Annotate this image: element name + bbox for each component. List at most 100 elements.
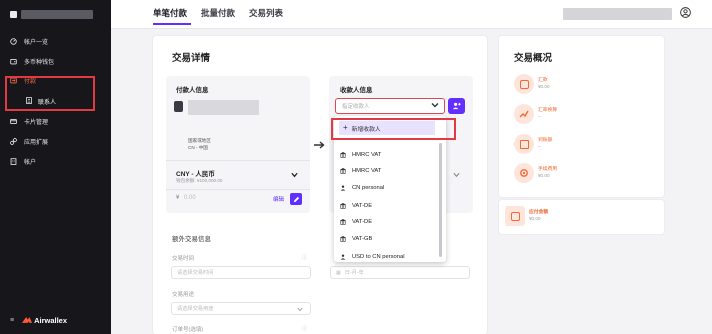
dropdown-option[interactable]: USD to CN personal [340,251,405,262]
edit-link[interactable]: 编辑 [273,195,284,203]
sidebar-item-apps[interactable]: 应用扩展 [10,134,48,148]
option-label: VAT-DE [352,219,373,225]
person-icon [340,254,346,260]
option-label: CN personal [352,185,385,191]
payee-currency-chevron-icon[interactable] [453,172,460,178]
account-switcher[interactable] [10,8,102,20]
user-avatar-icon[interactable] [680,7,691,18]
overview-item-label: 到账额 [538,138,553,143]
sidebar-item-cards[interactable]: 卡片管理 [10,114,48,128]
building-icon [10,157,17,165]
purpose-label: 交易用途 [172,292,195,298]
collapse-menu-icon[interactable]: ≡ [10,317,14,324]
overview-item: 手续费用 ¥0.00 [514,163,654,185]
sidebar: 帐户一览 多币种钱包 付款 联系人 卡片管理 应用扩展 帐户 ≡ Airwall… [0,0,111,334]
bank-icon [340,168,346,174]
wallet-balance: 钱包余额: ¥100,000.00 [176,178,223,183]
dropdown-option[interactable]: VAT-DE [340,200,372,212]
option-label: VAT-DE [352,203,373,209]
option-label: VAT-GB [352,236,373,242]
sidebar-item-label: 多币种钱包 [24,59,55,66]
active-tab-indicator [153,23,191,25]
date-value-input[interactable]: ▦ 日-月-年 [330,266,470,279]
bank-icon [340,203,346,209]
payer-avatar-icon [174,101,183,112]
select-chevron-down-icon[interactable] [431,101,439,109]
person-icon [340,185,346,191]
sidebar-item-label: 帐户 [24,159,37,166]
date-info-icon: ⓘ [302,255,308,261]
payee-title: 收款人信息 [340,87,373,94]
header-account-redacted [563,8,672,20]
total-payable-label: 应付金额 [529,210,549,215]
order-label: 订单号(选填) [172,327,204,333]
dropdown-option[interactable]: VAT-GB [340,233,372,245]
sidebar-item-label: 帐户一览 [24,39,49,46]
tab-single-payment[interactable]: 单笔付款 [153,7,187,19]
edit-button[interactable] [290,193,302,205]
amount-input[interactable]: 0.00 [184,195,196,201]
top-header: 单笔付款 批量付款 交易列表 [111,0,712,29]
date-label: 交易时间 [172,256,195,262]
dropdown-scrollbar[interactable] [439,143,442,257]
overview-item-value: -- [538,144,542,149]
dropdown-option[interactable]: VAT-DE [340,216,372,228]
remit-icon [514,74,534,94]
payer-title: 付款人信息 [176,87,209,94]
currency-select[interactable]: CNY - 人民币 [176,168,215,178]
option-label: HMRC VAT [352,168,382,174]
tab-batch-payment[interactable]: 批量付款 [201,7,235,19]
overview-item-value: -- [538,114,542,119]
overview-item-label: 手续费用 [538,167,558,172]
received-amount-icon [514,134,534,154]
sidebar-item-label: 应用扩展 [24,139,49,146]
payer-divider [166,160,310,161]
tab-transaction-list[interactable]: 交易列表 [249,7,283,19]
chevron-down-icon[interactable] [291,172,298,178]
add-payee-button[interactable] [448,98,465,114]
bank-icon [340,152,346,158]
speedometer-icon [10,37,17,45]
airwallex-logo: Airwallex [22,316,67,325]
transaction-details-title: 交易详情 [172,53,211,64]
date-input[interactable]: 请选择交易时间 [171,266,311,279]
wallet-total-icon [505,206,525,226]
payments-highlight-box [5,76,95,111]
sidebar-item-account[interactable]: 帐户 [10,154,36,168]
overview-item: 汇款 ¥0.00 [514,74,654,96]
overview-item-label: 汇款 [538,78,548,83]
sidebar-item-wallet[interactable]: 多币种钱包 [10,54,54,68]
payer-country-label: 国家或地区 [188,138,211,143]
amount-divider [166,189,310,190]
sidebar-footer: ≡ Airwallex [10,313,106,327]
bank-icon [340,219,346,225]
dropdown-option[interactable]: HMRC VAT [340,165,381,177]
fee-gear-icon [514,163,534,183]
dropdown-option[interactable]: CN personal [340,182,384,194]
payee-select[interactable]: 指定收款人 [335,98,445,114]
account-logo-icon [10,10,17,18]
option-label: HMRC VAT [352,152,382,158]
purpose-select[interactable]: 请选择交易用途 [171,302,311,315]
purpose-chevron-icon[interactable] [297,307,303,312]
total-payable-item: 应付金额 ¥0.00 [505,206,645,228]
date-value-placeholder: 日-月-年 [344,270,364,276]
brand-name: Airwallex [34,315,68,325]
overview-item: 汇率换算 -- [514,104,654,126]
overview-item-label: 汇率换算 [538,108,558,113]
exchange-rate-icon [514,104,534,124]
airwallex-mark-icon [22,317,33,323]
sidebar-item-overview[interactable]: 帐户一览 [10,34,48,48]
add-payee-highlight-box [331,118,456,140]
account-name-redacted [21,9,93,19]
overview-item-value: ¥0.00 [538,84,550,89]
arrow-right-icon [314,141,325,149]
pencil-icon [293,196,299,202]
overview-item-value: ¥0.00 [538,173,550,178]
total-payable-value: ¥0.00 [529,216,541,221]
wallet-icon [10,58,17,65]
order-info-icon: ⓘ [302,326,308,332]
sidebar-item-label: 卡片管理 [24,119,49,126]
dropdown-option[interactable]: HMRC VAT [340,149,381,161]
payer-country-value: CN - 中国 [188,145,208,150]
